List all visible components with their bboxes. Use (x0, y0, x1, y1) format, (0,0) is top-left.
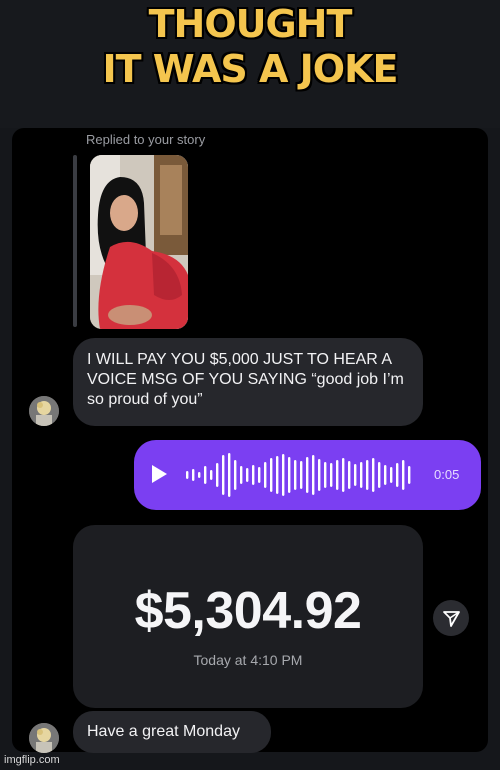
voice-message-bubble[interactable] (134, 440, 481, 510)
story-photo (90, 155, 188, 329)
waveform-bar (276, 456, 279, 494)
waveform-bar (306, 457, 309, 493)
waveform-bar (324, 462, 327, 488)
waveform-bar (210, 470, 213, 480)
message-bubble[interactable]: I WILL PAY YOU $5,000 JUST TO HEAR A VOI… (73, 338, 423, 426)
avatar-icon (29, 396, 59, 426)
waveform-bar (360, 462, 363, 488)
waveform-bar (282, 454, 285, 496)
waveform-bar (372, 458, 375, 492)
waveform-bar (366, 460, 369, 490)
waveform-bar (384, 465, 387, 485)
watermark: imgflip.com (4, 754, 60, 766)
waveform-bar (354, 464, 357, 486)
reply-label: Replied to your story (86, 132, 206, 147)
story-thumbnail[interactable] (90, 155, 188, 329)
waveform-bar (300, 461, 303, 489)
waveform-bar (252, 465, 255, 485)
waveform-bar (228, 453, 231, 497)
voice-duration: 0:05 (434, 467, 460, 482)
waveform-bar (378, 462, 381, 488)
waveform-bar (234, 460, 237, 490)
send-icon (443, 611, 460, 627)
meme-header: THOUGHT IT WAS A JOKE (0, 0, 500, 128)
waveform-bar (192, 469, 195, 481)
waveform-bar (288, 457, 291, 493)
waveform-bar (348, 461, 351, 489)
avatar-icon (29, 723, 59, 753)
waveform-bar (402, 460, 405, 490)
waveform-bar (222, 455, 225, 495)
waveform-bar (396, 463, 399, 487)
waveform-bar (294, 460, 297, 490)
payment-timestamp: Today at 4:10 PM (193, 652, 303, 668)
waveform-bar (408, 466, 411, 484)
waveform-bar (216, 463, 219, 487)
payment-amount: $5,304.92 (134, 582, 362, 640)
reply-quote-bar (73, 155, 77, 327)
waveform-bar (204, 466, 207, 484)
waveform-bar (240, 466, 243, 484)
waveform-bar (390, 467, 393, 483)
waveform (186, 453, 411, 497)
waveform-bar (198, 472, 201, 478)
waveform-bar (330, 463, 333, 487)
waveform-bar (264, 462, 267, 488)
meme-caption: THOUGHT IT WAS A JOKE (102, 2, 399, 91)
sender-avatar[interactable] (29, 396, 59, 426)
waveform-bar (318, 459, 321, 491)
waveform-bar (342, 458, 345, 492)
waveform-bar (336, 460, 339, 490)
sender-avatar[interactable] (29, 723, 59, 753)
waveform-bar (312, 455, 315, 495)
waveform-bar (258, 467, 261, 483)
waveform-bar (270, 458, 273, 492)
share-button[interactable] (433, 600, 469, 636)
message-bubble[interactable]: Have a great Monday (73, 711, 271, 753)
waveform-bar (186, 471, 189, 479)
waveform-bar (246, 468, 249, 482)
play-icon[interactable] (152, 465, 167, 483)
